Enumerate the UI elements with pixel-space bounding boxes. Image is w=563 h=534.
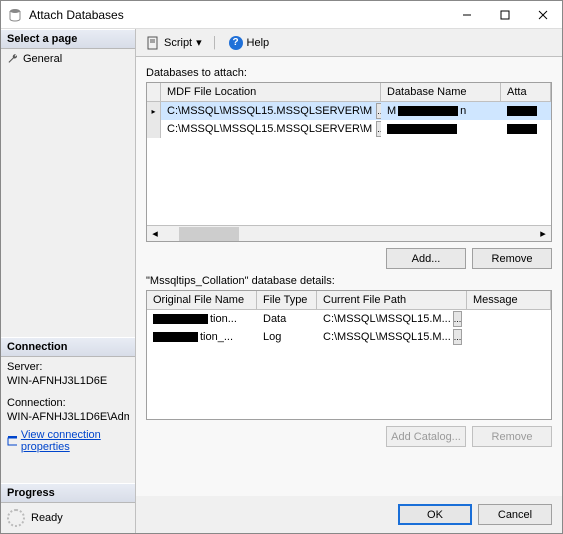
window-title: Attach Databases (29, 8, 448, 22)
maximize-button[interactable] (486, 1, 524, 29)
help-label: Help (247, 37, 270, 49)
row-selector-icon[interactable]: ▸ (147, 102, 161, 120)
wrench-icon (7, 53, 19, 65)
toolbar-separator: │ (212, 37, 219, 49)
col-original-file-name[interactable]: Original File Name (147, 291, 257, 309)
dialog-footer: OK Cancel (136, 496, 562, 533)
progress-header: Progress (1, 483, 135, 503)
col-message[interactable]: Message (467, 291, 551, 309)
browse-button[interactable]: ... (453, 311, 463, 327)
scroll-thumb[interactable] (179, 227, 239, 241)
script-button[interactable]: Script ▾ (142, 34, 206, 52)
col-database-name[interactable]: Database Name (381, 83, 501, 101)
progress-status: Ready (31, 512, 63, 524)
databases-grid[interactable]: MDF File Location Database Name Atta ▸ C… (146, 82, 552, 242)
progress-spinner-icon (7, 509, 25, 527)
scroll-right-icon[interactable]: ▸ (535, 226, 551, 242)
details-grid[interactable]: Original File Name File Type Current Fil… (146, 290, 552, 420)
connection-header: Connection (1, 337, 135, 357)
database-details-label: "Mssqltips_Collation" database details: (146, 275, 552, 287)
ok-button[interactable]: OK (398, 504, 472, 525)
browse-button[interactable]: ... (453, 329, 463, 345)
details-row[interactable]: tion_... Log C:\MSSQL\MSSQL15.M...... (147, 328, 551, 346)
add-database-button[interactable]: Add... (386, 248, 466, 269)
remove-database-button[interactable]: Remove (472, 248, 552, 269)
col-file-type[interactable]: File Type (257, 291, 317, 309)
remove-file-button: Remove (472, 426, 552, 447)
close-button[interactable] (524, 1, 562, 29)
col-current-file-path[interactable]: Current File Path (317, 291, 467, 309)
script-label: Script (164, 37, 192, 49)
row-selector-icon[interactable] (147, 120, 161, 138)
properties-icon (7, 435, 17, 447)
view-connection-properties-link[interactable]: View connection properties (7, 429, 129, 453)
select-page-header: Select a page (1, 29, 135, 49)
view-connection-properties-label: View connection properties (21, 429, 129, 453)
page-general[interactable]: General (1, 49, 135, 69)
connection-value: WIN-AFNHJ3L1D6E\Administrator (7, 411, 129, 423)
col-attach-as[interactable]: Atta (501, 83, 551, 101)
scroll-left-icon[interactable]: ◂ (147, 226, 163, 242)
minimize-button[interactable] (448, 1, 486, 29)
horizontal-scrollbar[interactable]: ◂ ▸ (147, 225, 551, 241)
help-button[interactable]: ? Help (225, 34, 274, 52)
titlebar[interactable]: Attach Databases (1, 1, 562, 29)
col-mdf-location[interactable]: MDF File Location (161, 83, 381, 101)
chevron-down-icon: ▾ (196, 36, 202, 49)
databases-to-attach-label: Databases to attach: (146, 67, 552, 79)
attach-databases-dialog: Attach Databases Select a page General C… (0, 0, 563, 534)
server-value: WIN-AFNHJ3L1D6E (7, 375, 129, 387)
databases-row[interactable]: ▸ C:\MSSQL\MSSQL15.MSSQLSERVER\M... Mn (147, 102, 551, 120)
page-general-label: General (23, 53, 62, 65)
script-icon (146, 36, 160, 50)
help-icon: ? (229, 36, 243, 50)
databases-row[interactable]: C:\MSSQL\MSSQL15.MSSQLSERVER\M... (147, 120, 551, 138)
server-label: Server: (7, 361, 129, 373)
connection-label: Connection: (7, 397, 129, 409)
database-icon (7, 7, 23, 23)
add-catalog-button: Add Catalog... (386, 426, 466, 447)
details-row[interactable]: tion... Data C:\MSSQL\MSSQL15.M...... (147, 310, 551, 328)
toolbar: Script ▾ │ ? Help (136, 29, 562, 57)
cancel-button[interactable]: Cancel (478, 504, 552, 525)
